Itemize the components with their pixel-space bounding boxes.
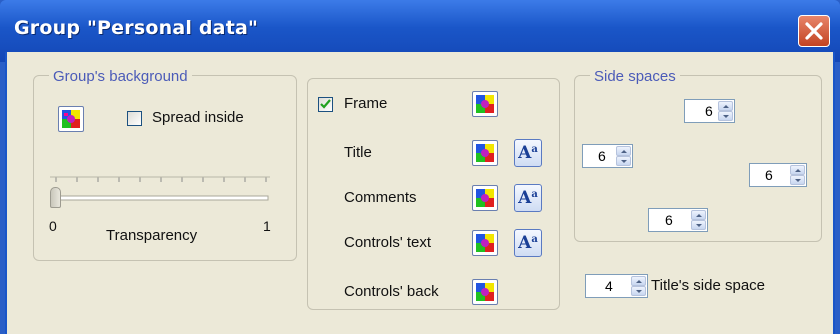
title-side-space-value: 4 [605, 278, 613, 294]
left-space-value: 6 [598, 148, 606, 164]
close-icon [805, 22, 823, 40]
title-side-space-label: Title's side space [651, 277, 766, 294]
top-space-spinner[interactable]: 6 [684, 99, 735, 123]
title-side-space-spinner[interactable]: 4 [585, 274, 648, 298]
dialog-body: Group's background Spread inside 0 Trans… [5, 52, 835, 334]
comments-font-button[interactable]: Aa [514, 184, 542, 212]
slider-ticks [50, 176, 270, 201]
comments-color-button[interactable] [472, 185, 498, 211]
bottom-space-spinner[interactable]: 6 [648, 208, 708, 232]
window-title: Group "Personal data" [14, 17, 259, 39]
slider-thumb[interactable] [50, 187, 61, 208]
comments-label: Comments [344, 189, 417, 206]
title-color-button[interactable] [472, 140, 498, 166]
transparency-label: Transparency [106, 227, 198, 244]
checkmark-icon [320, 99, 331, 109]
font-icon: A [518, 188, 532, 208]
color-palette-icon [475, 143, 495, 163]
background-group-legend: Group's background [49, 68, 192, 85]
spin-down-button[interactable] [691, 220, 706, 230]
spread-inside-label: Spread inside [152, 109, 244, 126]
close-button[interactable] [798, 15, 830, 47]
right-space-spinner[interactable]: 6 [749, 163, 807, 187]
title-font-button[interactable]: Aa [514, 139, 542, 167]
spin-up-button[interactable] [790, 165, 805, 175]
background-color-button[interactable] [58, 106, 84, 132]
title-label: Title [344, 144, 372, 161]
font-icon: A [518, 143, 532, 163]
controls-back-color-button[interactable] [472, 279, 498, 305]
controls-back-label: Controls' back [344, 283, 439, 300]
side-spaces-legend: Side spaces [590, 68, 680, 85]
spread-inside-checkbox[interactable] [127, 111, 142, 126]
left-space-spinner[interactable]: 6 [582, 144, 633, 168]
slider-max-label: 1 [263, 218, 271, 234]
spin-up-button[interactable] [631, 276, 646, 286]
color-palette-icon [61, 109, 81, 129]
frame-checkbox[interactable] [318, 97, 333, 112]
spin-up-button[interactable] [718, 101, 733, 111]
dialog-window: Group "Personal data" Group's background… [0, 0, 840, 334]
spin-down-button[interactable] [616, 156, 631, 166]
controls-text-color-button[interactable] [472, 230, 498, 256]
font-icon: A [518, 233, 532, 253]
color-palette-icon [475, 94, 495, 114]
spin-down-button[interactable] [631, 286, 646, 296]
spin-up-button[interactable] [616, 146, 631, 156]
right-space-value: 6 [765, 167, 773, 183]
controls-text-label: Controls' text [344, 234, 432, 251]
spin-down-button[interactable] [718, 111, 733, 121]
frame-label: Frame [344, 95, 388, 112]
spin-up-button[interactable] [691, 210, 706, 220]
frame-color-button[interactable] [472, 91, 498, 117]
bottom-space-value: 6 [665, 212, 673, 228]
spin-down-button[interactable] [790, 175, 805, 185]
top-space-value: 6 [705, 103, 713, 119]
color-palette-icon [475, 188, 495, 208]
transparency-slider[interactable] [50, 167, 270, 217]
color-palette-icon [475, 282, 495, 302]
slider-min-label: 0 [49, 218, 57, 234]
color-palette-icon [475, 233, 495, 253]
controls-text-font-button[interactable]: Aa [514, 229, 542, 257]
